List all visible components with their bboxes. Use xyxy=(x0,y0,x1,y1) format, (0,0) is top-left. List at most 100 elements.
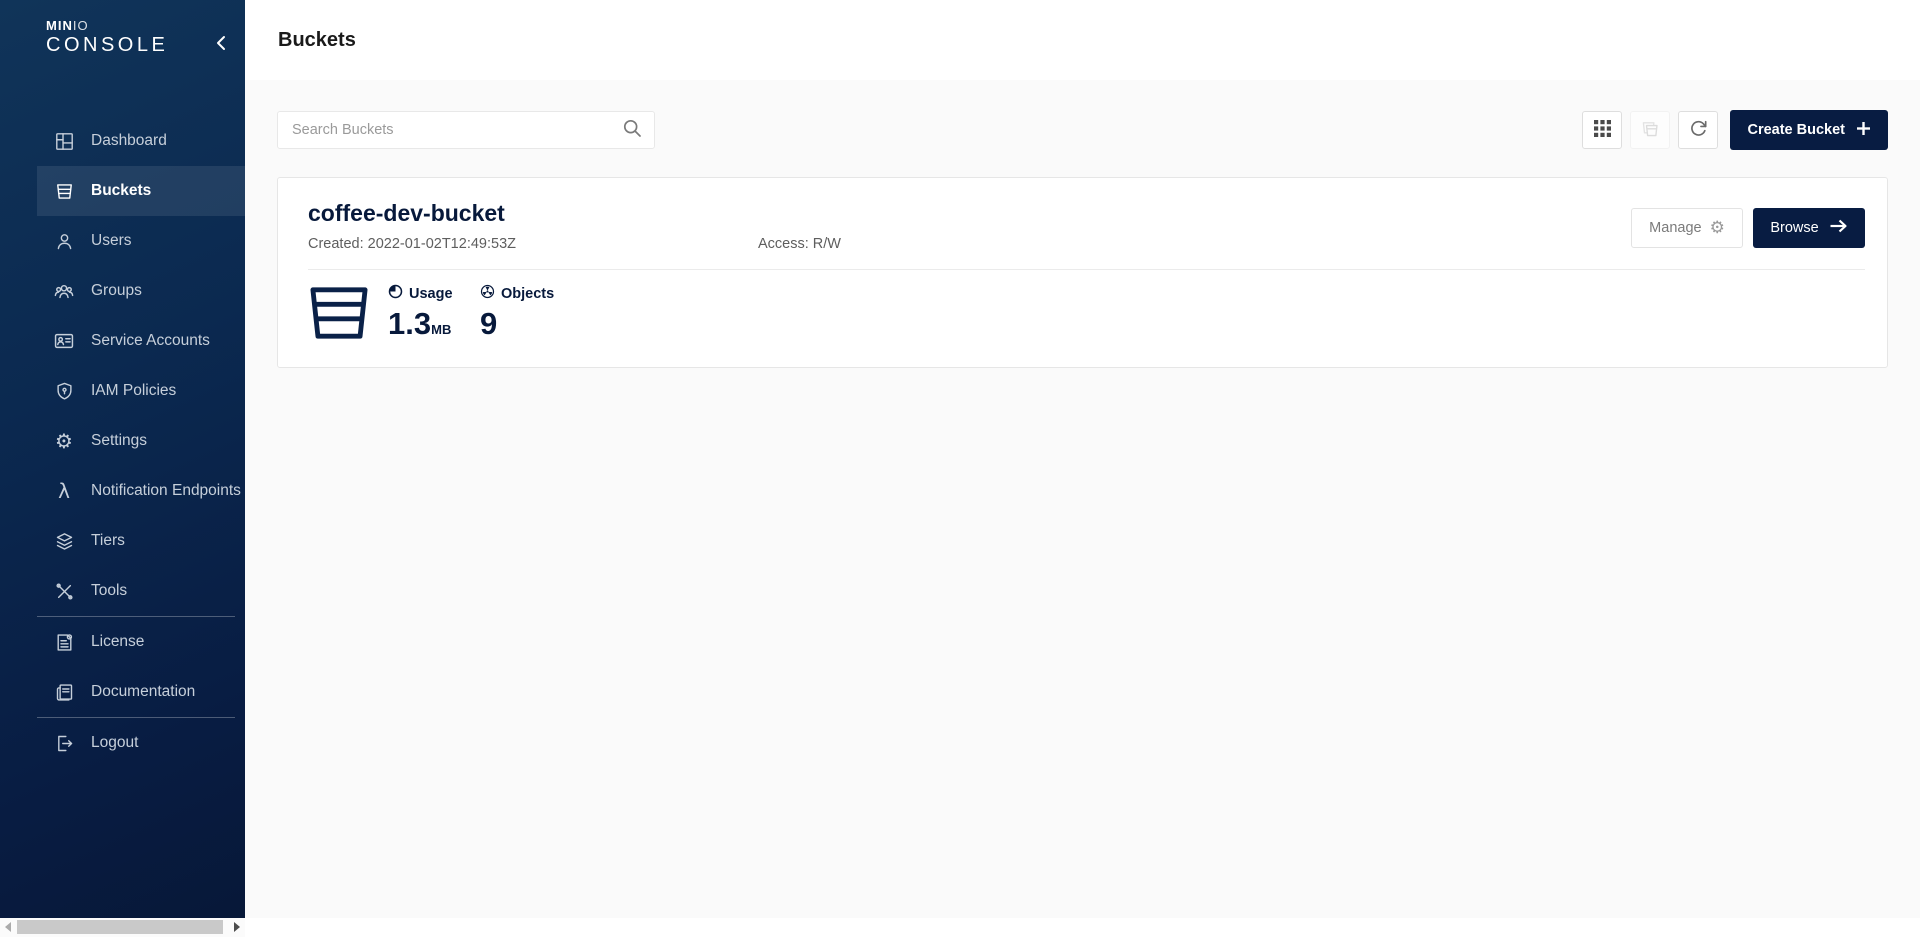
manage-label: Manage xyxy=(1649,220,1701,236)
sidebar-item-label: Buckets xyxy=(91,182,151,200)
card-divider xyxy=(308,269,1865,270)
sidebar-item-label: Logout xyxy=(91,734,138,752)
documentation-icon xyxy=(53,681,75,703)
usage-number: 1.3 xyxy=(388,306,431,341)
iam-policies-icon xyxy=(53,380,75,402)
buckets-icon xyxy=(53,180,75,202)
sidebar-item-tiers[interactable]: Tiers xyxy=(37,516,245,566)
sidebar-item-label: Documentation xyxy=(91,683,195,701)
access-value: R/W xyxy=(813,236,841,252)
create-bucket-label: Create Bucket xyxy=(1747,122,1845,138)
objects-icon xyxy=(480,284,495,304)
service-accounts-icon xyxy=(53,330,75,352)
collapse-sidebar-button[interactable] xyxy=(210,34,230,54)
logout-icon xyxy=(53,732,75,754)
grid-view-icon xyxy=(1592,118,1613,142)
sidebar-item-label: Service Accounts xyxy=(91,332,210,350)
settings-gear-icon: ⚙ xyxy=(53,430,75,452)
brand-light: IO xyxy=(73,18,89,33)
list-view-button[interactable] xyxy=(1630,111,1670,149)
bucket-card-buttons: Manage ⚙ Browse xyxy=(1631,208,1865,248)
dashboard-icon xyxy=(53,130,75,152)
sidebar-item-logout[interactable]: Logout xyxy=(37,718,245,768)
plus-icon xyxy=(1856,121,1871,140)
bucket-list-icon xyxy=(1639,118,1661,143)
arrow-right-icon xyxy=(1829,218,1848,238)
sidebar-item-label: IAM Policies xyxy=(91,382,176,400)
sidebar-item-notification-endpoints[interactable]: λ Notification Endpoints xyxy=(37,466,245,516)
search-box xyxy=(277,111,655,149)
refresh-button[interactable] xyxy=(1678,111,1718,149)
scrollbar-thumb[interactable] xyxy=(17,920,223,934)
objects-number: 9 xyxy=(480,306,497,341)
groups-icon xyxy=(53,280,75,302)
bucket-access: Access: R/W xyxy=(758,234,841,254)
bucket-card: coffee-dev-bucket Created: 2022-01-02T12… xyxy=(277,177,1888,368)
page-title: Buckets xyxy=(278,29,356,52)
sidebar-item-license[interactable]: License xyxy=(37,617,245,667)
sidebar-item-service-accounts[interactable]: Service Accounts xyxy=(37,316,245,366)
bucket-icon xyxy=(308,284,370,347)
refresh-icon xyxy=(1688,118,1709,142)
browse-label: Browse xyxy=(1770,220,1818,236)
sidebar-item-label: Notification Endpoints xyxy=(91,482,241,500)
toolbar-row: Create Bucket xyxy=(277,110,1888,150)
app-logo: MINIO CONSOLE xyxy=(0,0,245,58)
sidebar-item-buckets[interactable]: Buckets xyxy=(37,166,245,216)
bucket-created: Created: 2022-01-02T12:49:53Z xyxy=(308,234,758,254)
objects-stat-label: Objects xyxy=(480,284,556,304)
brand-bold: MIN xyxy=(46,18,73,33)
sidebar-item-label: License xyxy=(91,633,144,651)
scroll-left-arrow-icon[interactable] xyxy=(5,922,11,932)
grid-view-button[interactable] xyxy=(1582,111,1622,149)
sidebar-item-groups[interactable]: Groups xyxy=(37,266,245,316)
content-area: Create Bucket coffee-dev-bucket Created:… xyxy=(245,80,1920,918)
chevron-left-icon xyxy=(215,35,226,54)
search-icon xyxy=(622,118,642,143)
sidebar-item-settings[interactable]: ⚙ Settings xyxy=(37,416,245,466)
usage-value: 1.3MB xyxy=(388,307,464,347)
tiers-layers-icon xyxy=(53,530,75,552)
scroll-right-arrow-icon[interactable] xyxy=(234,922,240,932)
sidebar-item-label: Settings xyxy=(91,432,147,450)
search-input[interactable] xyxy=(290,121,622,139)
sidebar-item-label: Tools xyxy=(91,582,127,600)
users-icon xyxy=(53,230,75,252)
page-header: Buckets xyxy=(245,0,1920,80)
usage-stat: Usage 1.3MB xyxy=(388,284,464,347)
objects-stat: Objects 9 xyxy=(480,284,556,341)
sidebar-item-documentation[interactable]: Documentation xyxy=(37,667,245,717)
objects-value: 9 xyxy=(480,307,556,341)
usage-stat-label: Usage xyxy=(388,284,464,304)
objects-label: Objects xyxy=(501,285,554,303)
sidebar-item-iam-policies[interactable]: IAM Policies xyxy=(37,366,245,416)
sidebar-item-users[interactable]: Users xyxy=(37,216,245,266)
access-label: Access: xyxy=(758,236,809,252)
pie-chart-icon xyxy=(388,284,403,304)
browse-button[interactable]: Browse xyxy=(1753,208,1865,248)
sidebar-menu: Dashboard Buckets Users Groups Service Accou… xyxy=(0,116,245,768)
sidebar-horizontal-scrollbar xyxy=(0,918,245,937)
created-label: Created: xyxy=(308,236,364,252)
sidebar-item-tools[interactable]: Tools xyxy=(37,566,245,616)
minio-console-app: MINIO CONSOLE Dashboard Buckets Users Group… xyxy=(0,0,1920,937)
gear-icon: ⚙ xyxy=(1710,220,1725,237)
tools-icon xyxy=(53,580,75,602)
horizontal-scrollbar xyxy=(0,918,1920,937)
sidebar-item-label: Groups xyxy=(91,282,142,300)
manage-button[interactable]: Manage ⚙ xyxy=(1631,208,1743,248)
created-value: 2022-01-02T12:49:53Z xyxy=(368,236,516,252)
sidebar-item-dashboard[interactable]: Dashboard xyxy=(37,116,245,166)
toolbar-actions: Create Bucket xyxy=(1582,110,1888,150)
usage-unit: MB xyxy=(431,322,451,337)
bucket-stats-row: Usage 1.3MB Objects 9 xyxy=(308,284,1865,347)
brand-wordmark: MINIO xyxy=(46,18,245,33)
sidebar: MINIO CONSOLE Dashboard Buckets Users Group… xyxy=(0,0,245,918)
license-icon xyxy=(53,631,75,653)
usage-label: Usage xyxy=(409,285,453,303)
sidebar-item-label: Dashboard xyxy=(91,132,167,150)
main-area: Buckets xyxy=(245,0,1920,918)
sidebar-item-label: Users xyxy=(91,232,131,250)
create-bucket-button[interactable]: Create Bucket xyxy=(1730,110,1888,150)
lambda-icon: λ xyxy=(53,480,75,502)
